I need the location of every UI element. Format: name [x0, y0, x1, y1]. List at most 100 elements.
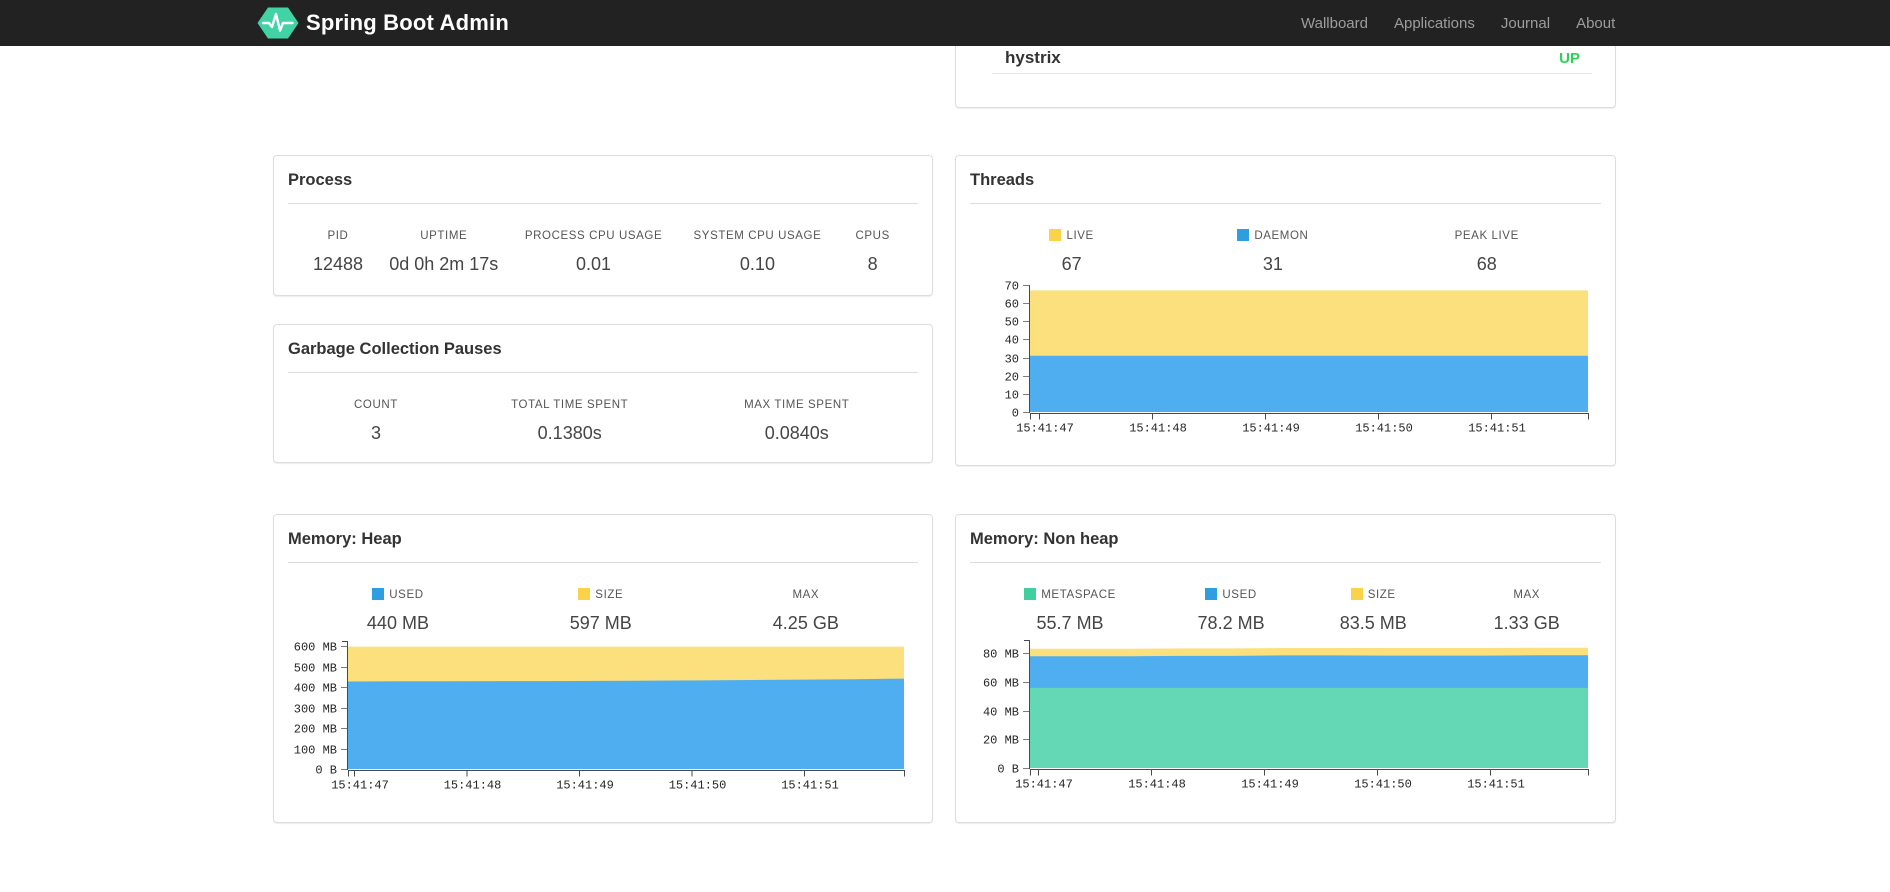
- metric-value: 4.25 GB: [772, 613, 839, 633]
- svg-text:500 MB: 500 MB: [294, 662, 337, 676]
- metric-cpus: CPUS 8: [828, 229, 917, 275]
- svg-text:40: 40: [1005, 334, 1019, 348]
- metric-used: USED 78.2 MB: [1169, 588, 1293, 634]
- memory-nonheap-panel-heading: Memory: Non heap: [956, 515, 1615, 563]
- nav-link-label: Wallboard: [1301, 14, 1368, 32]
- metric-peak-live: PEAK LIVE 68: [1374, 229, 1600, 275]
- svg-text:15:41:48: 15:41:48: [1128, 778, 1186, 792]
- metric-value: 67: [1061, 254, 1082, 274]
- spring-boot-admin-logo-icon: [257, 7, 299, 39]
- metric-label: UPTIME: [420, 230, 468, 242]
- navbar-brand-text: Spring Boot Admin: [306, 10, 510, 35]
- application-row-hystrix[interactable]: hystrix UP: [992, 43, 1592, 74]
- svg-text:600 MB: 600 MB: [294, 641, 337, 655]
- metric-value: 31: [1262, 254, 1283, 274]
- navbar: Spring Boot Admin Wallboard Applications J…: [0, 0, 1890, 46]
- metric-used: USED 440 MB: [289, 588, 507, 634]
- metric-live: LIVE 67: [971, 229, 1172, 275]
- metric-value: 12488: [312, 254, 363, 274]
- metric-label: DAEMON: [1172, 229, 1373, 243]
- metric-value: 8: [867, 254, 878, 274]
- memory-nonheap-panel: Memory: Non heap METASPACE 55.7 MB USED 78.…: [955, 514, 1616, 823]
- legend-swatch-icon: [1049, 229, 1062, 241]
- svg-text:60 MB: 60 MB: [983, 677, 1019, 691]
- metric-value: 0d 0h 2m 17s: [389, 254, 499, 274]
- nav-link-applications[interactable]: Applications: [1381, 0, 1488, 46]
- metric-label: SIZE: [1293, 588, 1453, 602]
- metric-process-cpu-usage: PROCESS CPU USAGE 0.01: [501, 229, 687, 275]
- gc-metrics: COUNT 3 TOTAL TIME SPENT 0.1380s MAX TIME SP…: [289, 398, 917, 444]
- process-panel: Process PID 12488 UPTIME 0d 0h 2m 17s PROCES…: [273, 155, 933, 296]
- metric-label: MAX: [1513, 589, 1541, 601]
- svg-text:15:41:50: 15:41:50: [1355, 422, 1413, 436]
- process-metrics: PID 12488 UPTIME 0d 0h 2m 17s PROCESS CPU US…: [289, 229, 917, 275]
- metric-value: 440 MB: [366, 613, 429, 633]
- memory-heap-panel-title: Memory: Heap: [288, 530, 402, 548]
- metric-size: SIZE 83.5 MB: [1293, 588, 1453, 634]
- metric-count: COUNT 3: [289, 398, 463, 444]
- process-heading-divider: [288, 203, 918, 204]
- navbar-brand[interactable]: Spring Boot Admin: [257, 7, 509, 39]
- nav-link-wallboard[interactable]: Wallboard: [1288, 0, 1381, 46]
- svg-text:300 MB: 300 MB: [294, 703, 337, 717]
- metric-value: 1.33 GB: [1493, 613, 1560, 633]
- nav-link-about[interactable]: About: [1563, 0, 1628, 46]
- metric-label: SYSTEM CPU USAGE: [693, 230, 822, 242]
- memory-heap-legend: USED 440 MB SIZE 597 MB MAX 4.25 GB: [289, 588, 917, 634]
- memory-nonheap-panel-title: Memory: Non heap: [970, 530, 1119, 548]
- svg-text:0 B: 0 B: [315, 764, 337, 778]
- svg-text:200 MB: 200 MB: [294, 723, 337, 737]
- application-name: hystrix: [1005, 48, 1061, 67]
- metric-value: 0.10: [739, 254, 775, 274]
- metric-label: USED: [289, 588, 507, 602]
- svg-text:400 MB: 400 MB: [294, 682, 337, 696]
- metric-value: 597 MB: [569, 613, 632, 633]
- svg-text:10: 10: [1005, 389, 1019, 403]
- nav-link-journal[interactable]: Journal: [1488, 0, 1563, 46]
- gc-heading-divider: [288, 372, 918, 373]
- gc-panel-title: Garbage Collection Pauses: [288, 340, 502, 358]
- metric-system-cpu-usage: SYSTEM CPU USAGE 0.10: [686, 229, 828, 275]
- metric-max-time-spent: MAX TIME SPENT 0.0840s: [676, 398, 917, 444]
- svg-text:15:41:48: 15:41:48: [444, 779, 502, 793]
- nav-link-label: Applications: [1393, 14, 1475, 32]
- svg-text:80 MB: 80 MB: [983, 648, 1019, 662]
- metric-label: PID: [327, 230, 349, 242]
- metric-max: MAX 1.33 GB: [1453, 588, 1600, 634]
- threads-panel-title: Threads: [970, 171, 1035, 189]
- threads-chart: 0 10 20 30 40 50 60 70 15:41:47 15:41:48 15:41:49 1…: [976, 279, 1616, 446]
- metric-value: 0.1380s: [537, 423, 602, 443]
- metric-value: 0.01: [576, 254, 612, 274]
- svg-text:15:41:51: 15:41:51: [1467, 778, 1525, 792]
- metric-label: COUNT: [354, 399, 398, 411]
- metric-max: MAX 4.25 GB: [695, 588, 917, 634]
- legend-swatch-icon: [578, 588, 591, 600]
- page: hystrix UP Process PID 12488 UPTIME 0d 0h 2…: [0, 0, 1890, 892]
- metric-pid: PID 12488: [289, 229, 387, 275]
- svg-text:15:41:49: 15:41:49: [1241, 778, 1299, 792]
- svg-text:40 MB: 40 MB: [983, 706, 1019, 720]
- metric-value: 0.0840s: [764, 423, 829, 443]
- metric-daemon: DAEMON 31: [1172, 229, 1373, 275]
- svg-text:20 MB: 20 MB: [983, 734, 1019, 748]
- metric-label: MAX TIME SPENT: [744, 399, 850, 411]
- svg-text:15:41:49: 15:41:49: [556, 779, 614, 793]
- memory-nonheap-legend: METASPACE 55.7 MB USED 78.2 MB SIZE 83.5 MB MA…: [971, 588, 1600, 634]
- svg-text:0 B: 0 B: [997, 763, 1019, 777]
- memory-heap-panel-heading: Memory: Heap: [274, 515, 932, 563]
- legend-swatch-icon: [1024, 588, 1037, 600]
- svg-text:15:41:47: 15:41:47: [1016, 422, 1074, 436]
- svg-text:15:41:47: 15:41:47: [331, 779, 389, 793]
- svg-text:15:41:47: 15:41:47: [1015, 778, 1073, 792]
- metric-size: SIZE 597 MB: [507, 588, 695, 634]
- legend-swatch-icon: [1205, 588, 1218, 600]
- memory-heap-chart: 0 B 100 MB 200 MB 300 MB 400 MB 500 MB 600 MB 1…: [294, 637, 924, 798]
- memory-heap-panel: Memory: Heap USED 440 MB SIZE 597 MB MAX 4.25…: [273, 514, 933, 823]
- svg-text:30: 30: [1005, 353, 1019, 367]
- metric-label: METASPACE: [971, 588, 1169, 602]
- metric-value: 83.5 MB: [1339, 613, 1407, 633]
- legend-swatch-icon: [1237, 229, 1250, 241]
- svg-text:0: 0: [1012, 407, 1019, 421]
- nav-link-label: About: [1576, 14, 1616, 32]
- metric-label: CPUS: [855, 230, 890, 242]
